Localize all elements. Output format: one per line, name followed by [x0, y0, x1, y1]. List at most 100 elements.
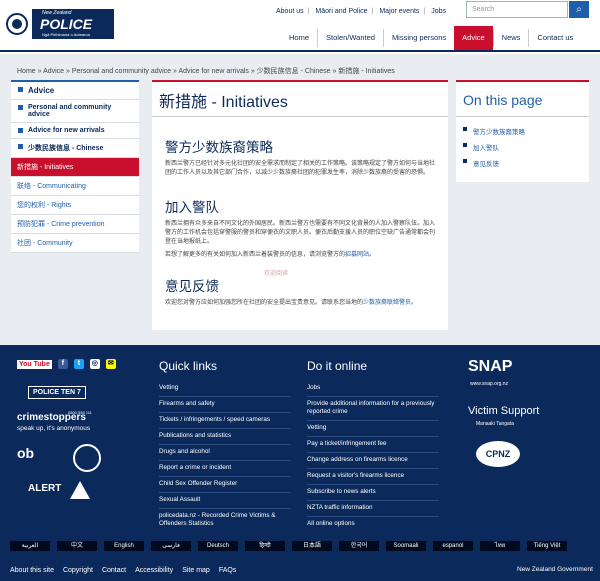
crimestoppers-number: 0800 555 111 — [68, 410, 92, 415]
liaison-officer-link[interactable]: 少数族裔联络警员 — [363, 300, 411, 306]
section-text: 欢迎您对警方应如何加强您所在社团的安全提出宝贵意见。请联系您当地的少数族裔联络警… — [165, 300, 418, 306]
lang-korean[interactable]: 한국어 — [339, 541, 379, 551]
lang-japanese[interactable]: 日本語 — [292, 541, 332, 551]
main-content: 新措施 - Initiatives 警方少数族裔策略 新西兰警方已经针对多元化社… — [152, 80, 448, 330]
bullet-icon — [18, 105, 23, 110]
do-it-online-title: Do it online — [307, 359, 368, 373]
footer-contact[interactable]: Contact — [102, 567, 126, 574]
warning-triangle-icon — [70, 481, 90, 499]
util-major-events[interactable]: Major events — [379, 8, 419, 15]
sidebar-item-chinese[interactable]: 少数民族信息 - Chinese — [11, 139, 139, 158]
online-link[interactable]: Change address on firearms licence — [307, 453, 439, 469]
online-link[interactable]: Vetting — [307, 421, 439, 437]
site-header: New Zealand POLICE Ngā Pirihimana o Aote… — [0, 0, 600, 52]
nz-government-logo[interactable]: New Zealand Government — [517, 566, 593, 573]
online-link[interactable]: Subscribe to news alerts — [307, 485, 439, 501]
bullet-icon — [18, 128, 23, 133]
breadcrumb[interactable]: Home » Advice » Personal and community a… — [17, 66, 395, 76]
quick-link[interactable]: Vetting — [159, 381, 291, 397]
victim-support-logo[interactable]: Victim Support — [468, 405, 539, 417]
instagram-icon[interactable]: ◎ — [89, 359, 100, 369]
lang-english[interactable]: English — [104, 541, 144, 551]
online-link[interactable]: NZTA traffic information — [307, 501, 439, 517]
section-feedback: 意见反馈 欢迎您对警方应如何加强您所在社团的安全提出宝贵意见。请联系您当地的少数… — [165, 275, 440, 312]
util-about-us[interactable]: About us — [276, 8, 304, 15]
util-jobs[interactable]: Jobs — [431, 8, 446, 15]
snap-logo[interactable]: SNAP — [468, 358, 512, 376]
logo-text-line3: Ngā Pirihimana o Aotearoa — [42, 32, 90, 37]
quick-link[interactable]: Sexual Assault — [159, 493, 291, 509]
sidebar-item-community[interactable]: 社团 - Community — [11, 234, 139, 253]
quick-link[interactable]: policedata.nz - Recorded Crime Victims &… — [159, 509, 291, 532]
footer-copyright[interactable]: Copyright — [63, 567, 93, 574]
lang-vietnamese[interactable]: Tiếng Việt — [527, 541, 567, 551]
cpnz-logo[interactable]: CPNZ — [476, 441, 520, 467]
logo-text-line2: POLICE — [40, 16, 93, 32]
police-ten-7-logo[interactable]: POLICE TEN 7 — [28, 386, 86, 399]
lang-farsi[interactable]: فارسی — [151, 541, 191, 551]
online-link[interactable]: All online options — [307, 517, 439, 532]
facebook-icon[interactable]: f — [57, 359, 68, 369]
section-strategy: 警方少数族裔策略 新西兰警方已经针对多元化社团的安全需求而制定了相关的工作策略。… — [165, 136, 440, 182]
on-this-page: On this page 警方少数族裔策略 加入警队 意见反馈 — [456, 80, 589, 182]
ob-logo[interactable]: ob — [17, 445, 47, 467]
quick-link[interactable]: Child Sex Offender Register — [159, 477, 291, 493]
footer-faqs[interactable]: FAQs — [219, 567, 237, 574]
search-input[interactable]: Search — [466, 1, 568, 18]
quick-link[interactable]: Tickets / infringements / speed cameras — [159, 413, 291, 429]
online-link[interactable]: Request a visitor's firearms licence — [307, 469, 439, 485]
section-text: 若想了解更多的有关如何加入新西兰着装警员的信息，请浏览警方的招募网站。 — [165, 252, 376, 258]
sidebar-item-crime-prevention[interactable]: 预防犯罪 - Crime prevention — [11, 215, 139, 234]
online-link[interactable]: Pay a ticket/infringement fee — [307, 437, 439, 453]
quick-link[interactable]: Firearms and safety — [159, 397, 291, 413]
quick-link[interactable]: Report a crime or incident — [159, 461, 291, 477]
util-maori-police[interactable]: Māori and Police — [315, 8, 367, 15]
online-link[interactable]: Provide additional information for a pre… — [307, 397, 439, 421]
nav-advice[interactable]: Advice — [454, 26, 493, 50]
quick-links-title: Quick links — [159, 359, 218, 373]
social-links: You Tube f t ◎ ✉ — [17, 359, 116, 369]
otp-link-feedback[interactable]: 意见反馈 — [456, 154, 589, 170]
title-divider — [152, 116, 448, 117]
otp-link-strategy[interactable]: 警方少数族裔策略 — [456, 122, 589, 138]
twitter-icon[interactable]: t — [73, 359, 84, 369]
quick-links: Quick links Vetting Firearms and safety … — [159, 359, 291, 532]
lang-german[interactable]: Deutsch — [198, 541, 238, 551]
nav-home[interactable]: Home — [281, 29, 317, 47]
community-badge-icon[interactable] — [73, 444, 101, 472]
bullet-icon — [18, 87, 23, 92]
lang-spanish[interactable]: espanol — [433, 541, 473, 551]
recruitment-link[interactable]: 招募网站 — [345, 252, 369, 258]
sidebar-item-new-arrivals[interactable]: Advice for new arrivals — [11, 123, 139, 139]
sidebar-item-communicating[interactable]: 联络 - Communicating — [11, 177, 139, 196]
lang-arabic[interactable]: العربية — [10, 541, 50, 551]
sidebar-item-advice[interactable]: Advice — [11, 82, 139, 100]
snapchat-icon[interactable]: ✉ — [105, 359, 116, 369]
quick-link[interactable]: Publications and statistics — [159, 429, 291, 445]
sidebar-item-initiatives[interactable]: 新措施 - Initiatives — [11, 158, 139, 177]
otp-link-join[interactable]: 加入警队 — [456, 138, 589, 154]
emergency-alert-logo[interactable]: ALERT — [28, 483, 61, 494]
section-text: 新西兰警方已经针对多元化社团的安全需求而制定了相关的工作策略。该策略规定了警方如… — [165, 161, 436, 176]
footer-site-map[interactable]: Site map — [182, 567, 210, 574]
lang-thai[interactable]: ไทย — [480, 541, 520, 551]
footer-accessibility[interactable]: Accessibility — [135, 567, 173, 574]
nav-contact-us[interactable]: Contact us — [528, 29, 581, 47]
main-nav: Home Stolen/Wanted Missing persons Advic… — [281, 26, 581, 50]
lang-chinese[interactable]: 中文 — [57, 541, 97, 551]
youtube-icon[interactable]: You Tube — [17, 359, 52, 369]
victim-support-tagline: Manaaki Tangata — [476, 421, 514, 427]
lang-hindi[interactable]: हिन्दी — [245, 541, 285, 551]
nav-missing-persons[interactable]: Missing persons — [382, 29, 454, 47]
nav-stolen-wanted[interactable]: Stolen/Wanted — [317, 29, 383, 47]
footer-about-site[interactable]: About this site — [10, 567, 54, 574]
page-title: 新措施 - Initiatives — [159, 94, 288, 111]
search-button[interactable]: ⌕ — [569, 1, 589, 18]
do-it-online: Do it online Jobs Provide additional inf… — [307, 359, 439, 532]
sidebar-item-personal[interactable]: Personal and community advice — [11, 100, 139, 123]
nav-news[interactable]: News — [492, 29, 529, 47]
online-link[interactable]: Jobs — [307, 381, 439, 397]
sidebar-item-rights[interactable]: 您的权利 - Rights — [11, 196, 139, 215]
lang-somali[interactable]: Soomaali — [386, 541, 426, 551]
quick-link[interactable]: Drugs and alcohol — [159, 445, 291, 461]
